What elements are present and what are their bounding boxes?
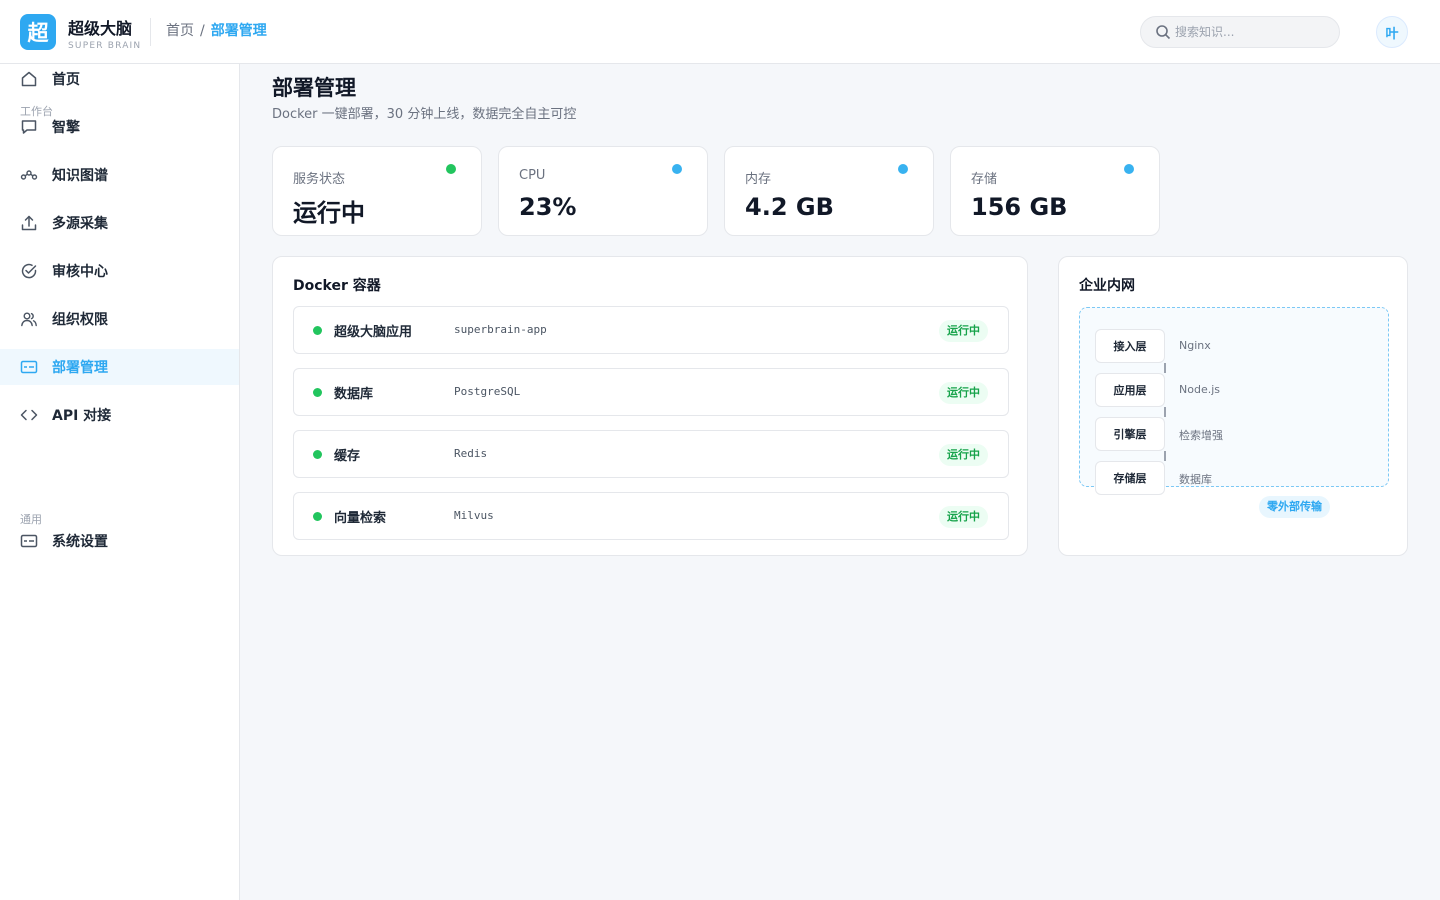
container-name: 超级大脑应用 <box>334 325 413 340</box>
status-badge: 运行中 <box>939 444 988 466</box>
stat-value: 156 GB <box>971 193 1068 221</box>
sidebar-item-label: 智擎 <box>52 120 80 136</box>
upload-icon <box>20 214 38 232</box>
search-icon <box>1156 25 1171 40</box>
network-panel: 企业内网 接入层 Nginx 应用层 Node.js 引擎层 检索增强 存储层 … <box>1058 256 1408 556</box>
sidebar-item-review[interactable]: 审核中心 <box>0 253 239 289</box>
container-row[interactable]: 超级大脑应用 superbrain-app 运行中 <box>293 306 1009 354</box>
home-icon <box>20 70 38 88</box>
container-row[interactable]: 数据库 PostgreSQL 运行中 <box>293 368 1009 416</box>
stat-label: CPU <box>519 168 546 183</box>
breadcrumb: 首页 / 部署管理 <box>166 21 267 41</box>
docker-panel-title: Docker 容器 <box>293 278 381 294</box>
container-name: 缓存 <box>334 449 361 464</box>
status-dot <box>313 450 322 459</box>
stat-value: 运行中 <box>293 199 365 227</box>
layer-desc: Node.js <box>1179 383 1220 396</box>
sidebar-item-label: 审核中心 <box>52 264 108 280</box>
sidebar-item-label: 首页 <box>52 72 80 88</box>
sidebar-item-label: 知识图谱 <box>52 168 108 184</box>
stat-value: 4.2 GB <box>745 193 834 221</box>
layer-connector <box>1164 363 1166 373</box>
stat-label: 存储 <box>971 172 998 187</box>
container-row[interactable]: 缓存 Redis 运行中 <box>293 430 1009 478</box>
layer-application[interactable]: 应用层 <box>1095 373 1165 407</box>
container-image: Milvus <box>454 509 494 522</box>
stat-label: 服务状态 <box>293 172 346 187</box>
container-image: superbrain-app <box>454 323 547 336</box>
chat-icon <box>20 118 38 136</box>
users-icon <box>20 310 38 328</box>
breadcrumb-separator: / <box>200 23 205 39</box>
search-input[interactable] <box>1175 25 1335 39</box>
layer-desc: 数据库 <box>1179 473 1212 486</box>
layer-engine[interactable]: 引擎层 <box>1095 417 1165 451</box>
layer-desc: 检索增强 <box>1179 429 1223 442</box>
search-box[interactable] <box>1140 16 1340 48</box>
code-icon <box>20 406 38 424</box>
container-row[interactable]: 向量检索 Milvus 运行中 <box>293 492 1009 540</box>
docker-panel: Docker 容器 超级大脑应用 superbrain-app 运行中 数据库 … <box>272 256 1028 556</box>
page-subtitle: Docker 一键部署，30 分钟上线，数据完全自主可控 <box>272 107 577 122</box>
brand-subtitle: SUPER BRAIN <box>68 41 142 51</box>
status-dot <box>446 164 456 174</box>
zero-transfer-badge: 零外部传输 <box>1259 496 1330 518</box>
sidebar-item-zhiqing[interactable]: 智擎 <box>0 109 239 145</box>
header-divider <box>150 18 151 46</box>
settings-icon <box>20 532 38 550</box>
status-dot <box>313 388 322 397</box>
status-dot <box>313 512 322 521</box>
layer-connector <box>1164 451 1166 461</box>
brand-logo[interactable]: 超 <box>20 14 56 50</box>
stat-card-service-status: 服务状态 运行中 <box>272 146 482 236</box>
status-dot <box>672 164 682 174</box>
status-dot <box>898 164 908 174</box>
page-title: 部署管理 <box>272 76 356 100</box>
breadcrumb-home[interactable]: 首页 <box>166 21 194 41</box>
sidebar-item-deploy[interactable]: 部署管理 <box>0 349 239 385</box>
brand-name: 超级大脑 <box>68 19 133 38</box>
graph-icon <box>20 166 38 184</box>
check-circle-icon <box>20 262 38 280</box>
top-header: 超 超级大脑 SUPER BRAIN 首页 / 部署管理 叶 <box>0 0 1440 64</box>
status-dot <box>313 326 322 335</box>
sidebar-item-label: 系统设置 <box>52 534 108 550</box>
sidebar-item-multi-source[interactable]: 多源采集 <box>0 205 239 241</box>
layer-storage[interactable]: 存储层 <box>1095 461 1165 495</box>
sidebar: 首页 工作台 智擎 知识图谱 多源采集 审核中心 组织权限 部署管理 API 对… <box>0 64 240 900</box>
status-dot <box>1124 164 1134 174</box>
sidebar-item-label: 部署管理 <box>52 360 108 376</box>
sidebar-item-home[interactable]: 首页 <box>0 61 239 97</box>
stat-value: 23% <box>519 193 577 221</box>
stat-card-storage: 存储 156 GB <box>950 146 1160 236</box>
stat-label: 内存 <box>745 172 772 187</box>
status-badge: 运行中 <box>939 382 988 404</box>
deploy-icon <box>20 358 38 376</box>
sidebar-item-label: 多源采集 <box>52 216 108 232</box>
user-avatar[interactable]: 叶 <box>1376 16 1408 48</box>
layer-desc: Nginx <box>1179 339 1211 352</box>
stat-card-memory: 内存 4.2 GB <box>724 146 934 236</box>
container-name: 数据库 <box>334 387 374 402</box>
container-name: 向量检索 <box>334 511 387 526</box>
status-badge: 运行中 <box>939 320 988 342</box>
layer-connector <box>1164 407 1166 417</box>
container-image: PostgreSQL <box>454 385 521 398</box>
status-badge: 运行中 <box>939 506 988 528</box>
stat-card-cpu: CPU 23% <box>498 146 708 236</box>
sidebar-item-api[interactable]: API 对接 <box>0 397 239 433</box>
container-image: Redis <box>454 447 488 460</box>
sidebar-item-label: API 对接 <box>52 408 112 424</box>
sidebar-item-knowledge-graph[interactable]: 知识图谱 <box>0 157 239 193</box>
breadcrumb-current: 部署管理 <box>210 23 267 39</box>
network-panel-title: 企业内网 <box>1079 278 1135 294</box>
sidebar-item-settings[interactable]: 系统设置 <box>0 523 239 559</box>
layer-access[interactable]: 接入层 <box>1095 329 1165 363</box>
sidebar-item-label: 组织权限 <box>52 312 108 328</box>
sidebar-item-org-permissions[interactable]: 组织权限 <box>0 301 239 337</box>
